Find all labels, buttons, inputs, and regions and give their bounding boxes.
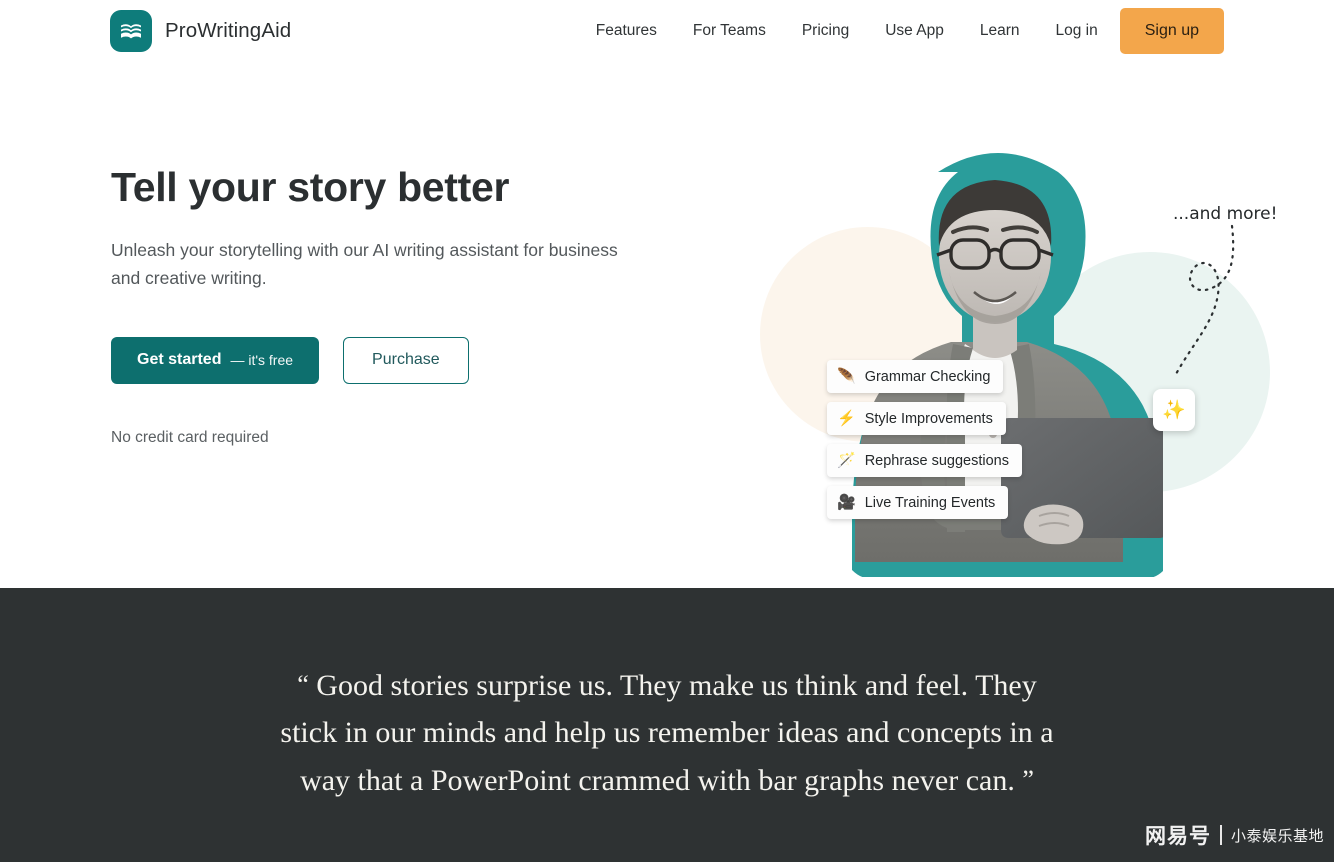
chip-rephrase-suggestions[interactable]: 🪄 Rephrase suggestions [827, 444, 1022, 477]
nav-item-pricing[interactable]: Pricing [784, 0, 867, 62]
feather-icon: 🪶 [837, 368, 856, 385]
quote-line-1: Good stories surprise us. They make us t… [316, 669, 969, 702]
sparkles-icon: ✨ [1162, 400, 1186, 421]
movie-camera-icon: 🎥 [837, 494, 856, 511]
quote-section: “ Good stories surprise us. They make us… [0, 588, 1334, 862]
person-with-laptop-image: 🪶 Grammar Checking ⚡ Style Improvements … [795, 142, 1277, 582]
get-started-button[interactable]: Get started — it's free [111, 336, 320, 384]
purchase-button[interactable]: Purchase [343, 336, 469, 384]
chip-grammar-checking[interactable]: 🪶 Grammar Checking [827, 360, 1004, 393]
and-more-label: ...and more! [1173, 204, 1278, 224]
nav-item-use-app[interactable]: Use App [867, 0, 962, 62]
chip-label: Rephrase suggestions [864, 452, 1009, 469]
quote-line-4: bar graphs never can. [758, 764, 1015, 797]
chip-style-improvements[interactable]: ⚡ Style Improvements [827, 402, 1006, 435]
nav-item-learn[interactable]: Learn [962, 0, 1038, 62]
chip-label: Style Improvements [864, 410, 993, 427]
hero-subtitle: Unleash your storytelling with our AI wr… [111, 239, 618, 289]
login-link[interactable]: Log in [1038, 0, 1120, 62]
site-header: ProWritingAid Features For Teams Pricing… [0, 0, 1334, 62]
watermark-sub: 小泰娱乐基地 [1230, 826, 1324, 845]
quote-block: “ Good stories surprise us. They make us… [267, 661, 1067, 804]
landing-page: ProWritingAid Features For Teams Pricing… [0, 0, 1334, 862]
no-credit-card-note: No credit card required [111, 428, 269, 446]
page-title: Tell your story better [111, 164, 510, 210]
get-started-label: Get started [137, 351, 222, 369]
lightning-icon: ⚡ [837, 410, 856, 427]
open-quote-mark: “ [297, 670, 309, 699]
nav-item-for-teams[interactable]: For Teams [675, 0, 784, 62]
hero-illustration: 🪶 Grammar Checking ⚡ Style Improvements … [740, 142, 1277, 592]
watermark-main: 网易号 [1144, 824, 1211, 848]
signup-button[interactable]: Sign up [1119, 8, 1224, 54]
feature-chip-list: 🪶 Grammar Checking ⚡ Style Improvements … [827, 360, 1067, 528]
watermark-divider [1219, 825, 1222, 845]
watermark: 网易号 小泰娱乐基地 [1145, 820, 1324, 850]
brand-logo[interactable]: ProWritingAid [110, 10, 291, 52]
close-quote-mark: ” [1022, 765, 1034, 794]
hero-copy: Tell your story better Unleash your stor… [111, 164, 671, 447]
brand-name: ProWritingAid [165, 19, 292, 42]
sparkle-badge: ✨ [1153, 389, 1195, 431]
cta-row: Get started — it's free Purchase [111, 336, 671, 384]
chip-label: Grammar Checking [864, 368, 991, 385]
nav-item-features[interactable]: Features [578, 0, 675, 62]
magic-wand-icon: 🪄 [837, 452, 856, 469]
hero-section: Tell your story better Unleash your stor… [0, 62, 1334, 588]
book-logo-icon [110, 10, 152, 52]
main-nav: Features For Teams Pricing Use App Learn… [578, 0, 1224, 62]
dotted-curved-arrow-icon [1174, 224, 1235, 376]
get-started-subtext: — it's free [230, 352, 294, 369]
chip-live-training-events[interactable]: 🎥 Live Training Events [827, 486, 1009, 519]
chip-label: Live Training Events [864, 494, 996, 511]
